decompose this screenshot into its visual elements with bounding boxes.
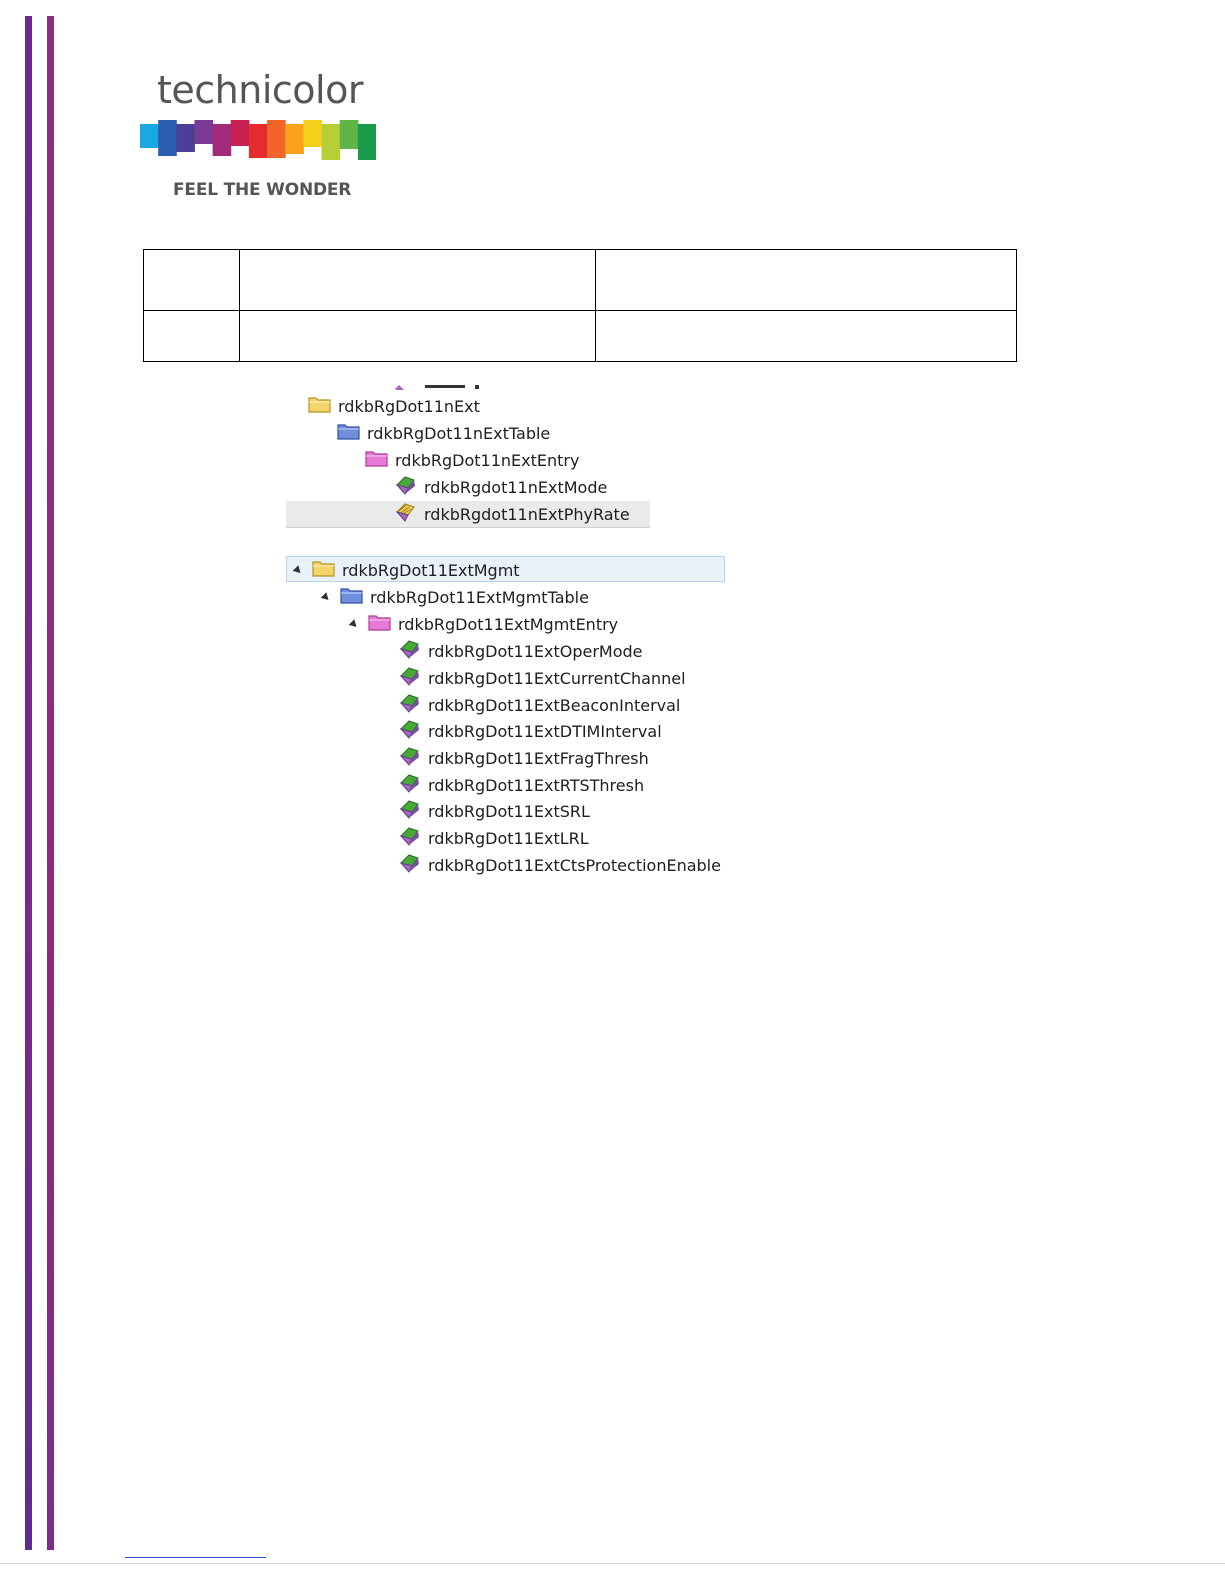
tree-node-label: rdkbRgDot11ExtDTIMInterval <box>428 721 662 741</box>
mib-leaf-icon <box>398 665 422 691</box>
document-table <box>143 249 1017 362</box>
logo-stripe <box>194 120 214 144</box>
table-cell <box>143 249 240 311</box>
tree-node-rdkbRgDot11ExtBeaconInterval[interactable]: rdkbRgDot11ExtBeaconInterval <box>398 694 680 716</box>
folder-pink-icon <box>365 448 389 472</box>
tree-node-label: rdkbRgdot11nExtPhyRate <box>424 504 630 524</box>
mib-leaf-icon <box>398 718 422 744</box>
logo-stripe <box>357 124 376 160</box>
tree-node-rdkbRgDot11ExtMgmt[interactable]: rdkbRgDot11ExtMgmt <box>292 559 520 581</box>
mib-leaf-icon <box>398 638 422 664</box>
folder-yellow-icon <box>308 394 332 418</box>
table-cell <box>595 310 1017 362</box>
tree-node-rdkbRgDot11ExtMgmtEntry[interactable]: rdkbRgDot11ExtMgmtEntry <box>348 613 618 635</box>
logo-stripe <box>212 124 232 156</box>
folder-pink-icon <box>368 612 392 636</box>
mib-leaf-icon <box>398 745 422 771</box>
tree-node-rdkbRgDot11ExtFragThresh[interactable]: rdkbRgDot11ExtFragThresh <box>398 747 649 769</box>
logo-stripe <box>158 120 177 156</box>
tree-node-label: rdkbRgDot11ExtSRL <box>428 801 590 821</box>
tree-node-rdkbRgDot11nExtEntry[interactable]: rdkbRgDot11nExtEntry <box>365 449 579 471</box>
tree-node-label: rdkbRgDot11ExtBeaconInterval <box>428 695 681 715</box>
technicolor-logo: technicolor FEEL THE WONDER <box>140 68 380 208</box>
tree-node-rdkbRgDot11nExtTable[interactable]: rdkbRgDot11nExtTable <box>337 422 550 444</box>
logo-stripe <box>285 124 304 154</box>
tree-node-label: rdkbRgDot11ExtOperMode <box>428 641 643 661</box>
expanded-arrow-icon[interactable] <box>292 564 304 576</box>
tree-node-label: rdkbRgDot11ExtMgmtEntry <box>398 614 619 634</box>
tree-node-label: rdkbRgDot11ExtCtsProtectionEnable <box>428 855 721 875</box>
tree-node-rdkbRgDot11ExtLRL[interactable]: rdkbRgDot11ExtLRL <box>398 827 589 849</box>
tree-node-label: rdkbRgDot11ExtRTSThresh <box>428 775 645 795</box>
tree-node-rdkbRgDot11ExtOperMode[interactable]: rdkbRgDot11ExtOperMode <box>398 640 643 662</box>
logo-stripe <box>140 124 159 148</box>
table-cell <box>143 310 240 362</box>
tree-node-rdkbRgDot11ExtMgmtTable[interactable]: rdkbRgDot11ExtMgmtTable <box>320 586 589 608</box>
tree-node-rdkbRgDot11ExtCurrentChannel[interactable]: rdkbRgDot11ExtCurrentChannel <box>398 667 686 689</box>
table-row <box>143 249 1017 311</box>
tree-node-label: rdkbRgDot11ExtMgmt <box>342 560 520 580</box>
folder-blue-icon <box>337 421 361 445</box>
logo-stripe <box>248 124 268 158</box>
tree-node-rdkbRgdot11nExtPhyRate[interactable]: rdkbRgdot11nExtPhyRate <box>394 503 630 525</box>
tree-node-label: rdkbRgDot11ExtLRL <box>428 828 589 848</box>
table-cell <box>239 249 596 311</box>
tree-node-rdkbRgDot11ExtDTIMInterval[interactable]: rdkbRgDot11ExtDTIMInterval <box>398 720 662 742</box>
footer-link-underline[interactable] <box>125 1557 266 1558</box>
tree-node-rdkbRgDot11ExtCtsProtectionEnable[interactable]: rdkbRgDot11ExtCtsProtectionEnable <box>398 854 721 876</box>
folder-yellow-icon <box>312 558 336 582</box>
mib-leaf-icon <box>398 852 422 878</box>
logo-stripe <box>303 120 323 147</box>
tree-node-label: rdkbRgDot11ExtCurrentChannel <box>428 668 686 688</box>
logo-tagline: FEEL THE WONDER <box>173 180 352 200</box>
cropped-tree-row <box>395 380 485 390</box>
logo-wordmark: technicolor <box>157 68 363 112</box>
logo-stripe <box>176 124 195 152</box>
mib-leaf-icon <box>398 825 422 851</box>
tree-node-rdkbRgdot11nExtMode[interactable]: rdkbRgdot11nExtMode <box>394 476 607 498</box>
table-row <box>143 310 1017 362</box>
expanded-arrow-icon[interactable] <box>320 591 332 603</box>
mib-leaf-icon <box>394 474 418 500</box>
tree-node-label: rdkbRgDot11nExtEntry <box>395 450 580 470</box>
tree-node-rdkbRgDot11nExt[interactable]: rdkbRgDot11nExt <box>308 395 480 417</box>
tree-node-label: rdkbRgdot11nExtMode <box>424 477 608 497</box>
tree-node-label: rdkbRgDot11nExt <box>338 396 480 416</box>
left-margin-bar-outer <box>25 16 32 1550</box>
logo-color-stripes <box>140 120 376 160</box>
mib-leaf-icon <box>398 798 422 824</box>
tree-node-rdkbRgDot11ExtRTSThresh[interactable]: rdkbRgDot11ExtRTSThresh <box>398 774 644 796</box>
footer-rule <box>0 1563 1225 1564</box>
tree-node-label: rdkbRgDot11ExtMgmtTable <box>370 587 589 607</box>
folder-blue-icon <box>340 585 364 609</box>
logo-stripe <box>267 120 286 158</box>
mib-leaf-icon <box>398 692 422 718</box>
expanded-arrow-icon[interactable] <box>348 618 360 630</box>
left-margin-bar-inner <box>47 16 54 1550</box>
table-cell <box>239 310 596 362</box>
table-cell <box>595 249 1017 311</box>
tree-node-rdkbRgDot11ExtSRL[interactable]: rdkbRgDot11ExtSRL <box>398 800 590 822</box>
logo-stripe <box>321 124 341 160</box>
tree-node-label: rdkbRgDot11ExtFragThresh <box>428 748 649 768</box>
logo-stripe <box>339 120 359 149</box>
tree-node-label: rdkbRgDot11nExtTable <box>367 423 551 443</box>
logo-stripe <box>230 120 250 146</box>
mib-leaf-ro-icon <box>394 501 418 527</box>
mib-leaf-icon <box>398 772 422 798</box>
